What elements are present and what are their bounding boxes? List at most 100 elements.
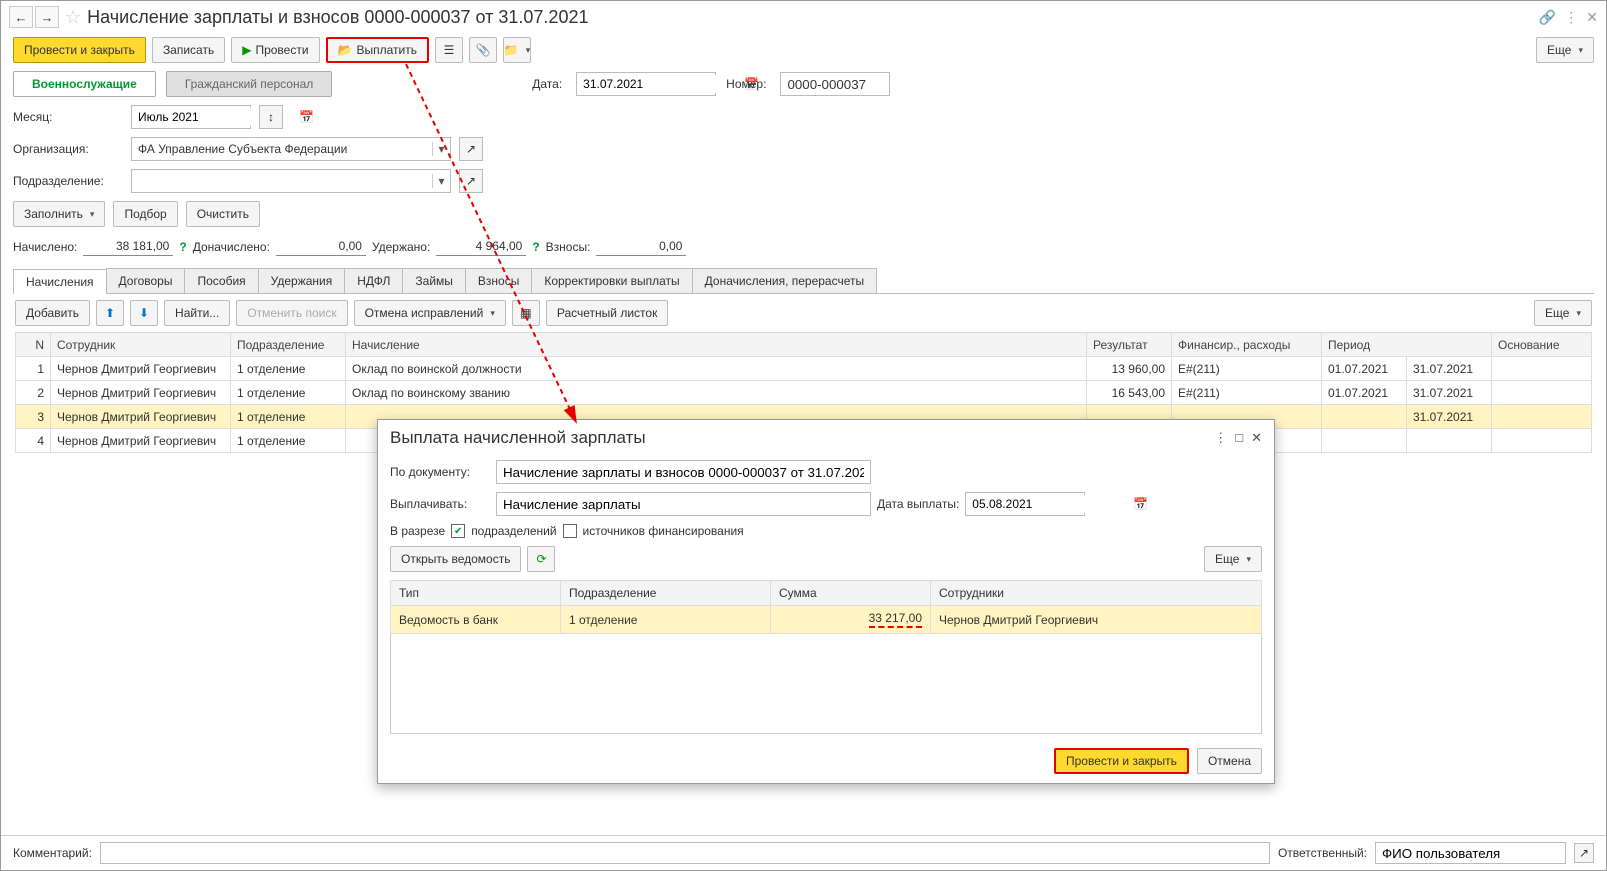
calendar-icon[interactable]: 📅	[1133, 497, 1148, 511]
dlg-cancel-button[interactable]: Отмена	[1197, 748, 1262, 774]
tab-deductions[interactable]: Удержания	[258, 268, 346, 293]
table-row[interactable]: Ведомость в банк 1 отделение 33 217,00 Ч…	[391, 606, 1262, 634]
more-button[interactable]: Еще▾	[1536, 37, 1594, 63]
add-button[interactable]: Добавить	[15, 300, 90, 326]
number-label: Номер:	[726, 77, 766, 91]
dlg-col-type[interactable]: Тип	[391, 581, 561, 606]
tab-recalc[interactable]: Доначисления, перерасчеты	[692, 268, 877, 293]
accrued-label: Начислено:	[13, 240, 77, 254]
tab-ndfl[interactable]: НДФЛ	[344, 268, 403, 293]
pay-button[interactable]: 📂Выплатить	[326, 37, 429, 63]
organization-select[interactable]: ФА Управление Субъекта Федерации ▾	[131, 137, 451, 161]
fill-button[interactable]: Заполнить▾	[13, 201, 105, 227]
dlg-doc-label: По документу:	[390, 465, 490, 479]
held-label: Удержано:	[372, 240, 430, 254]
more-icon[interactable]: ⋮	[1564, 9, 1578, 26]
comment-label: Комментарий:	[13, 846, 92, 860]
col-base[interactable]: Основание	[1492, 333, 1592, 357]
date-field[interactable]: 📅	[576, 72, 716, 96]
responsible-input[interactable]	[1375, 842, 1566, 864]
tab-benefits[interactable]: Пособия	[184, 268, 258, 293]
calendar-icon[interactable]: 📅	[299, 110, 314, 124]
month-field[interactable]: 📅	[131, 105, 251, 129]
help-icon[interactable]: ?	[179, 240, 186, 254]
refresh-button[interactable]: ⟳	[527, 546, 555, 572]
form-icon-button[interactable]: ☰	[435, 37, 463, 63]
move-up-button[interactable]: ⬆	[96, 300, 124, 326]
org-label: Организация:	[13, 142, 123, 156]
col-period[interactable]: Период	[1322, 333, 1492, 357]
checkbox-dept[interactable]: ✔	[451, 524, 465, 538]
col-n[interactable]: N	[16, 333, 51, 357]
date-label: Дата:	[532, 77, 562, 91]
attach-icon-button[interactable]: 📎	[469, 37, 497, 63]
dialog-title: Выплата начисленной зарплаты	[390, 428, 646, 448]
post-button[interactable]: ▶Провести	[231, 37, 319, 63]
payment-table[interactable]: Тип Подразделение Сумма Сотрудники Ведом…	[390, 580, 1262, 734]
open-dept-icon[interactable]: ↗	[459, 169, 483, 193]
dialog-close-icon[interactable]: ✕	[1251, 430, 1262, 446]
nav-forward[interactable]: →	[35, 6, 59, 28]
help-icon[interactable]: ?	[532, 240, 539, 254]
tab-contracts[interactable]: Договоры	[106, 268, 186, 293]
post-and-close-button[interactable]: Провести и закрыть	[13, 37, 146, 63]
tab-loans[interactable]: Займы	[402, 268, 466, 293]
table-row[interactable]: 2Чернов Дмитрий Георгиевич1 отделениеОкл…	[16, 381, 1592, 405]
month-label: Месяц:	[13, 110, 123, 124]
comment-input[interactable]	[100, 842, 1270, 864]
sub-more-button[interactable]: Еще▾	[1534, 300, 1592, 326]
dialog-menu-icon[interactable]: ⋮	[1214, 430, 1227, 446]
link-icon[interactable]: 🔗	[1539, 9, 1556, 26]
close-icon[interactable]: ✕	[1586, 9, 1598, 26]
col-acc[interactable]: Начисление	[346, 333, 1087, 357]
dlg-doc-field[interactable]	[496, 460, 871, 484]
dlg-pay-label: Выплачивать:	[390, 497, 490, 511]
tab-correction[interactable]: Корректировки выплаты	[531, 268, 692, 293]
dlg-col-dept[interactable]: Подразделение	[561, 581, 771, 606]
col-dept[interactable]: Подразделение	[231, 333, 346, 357]
save-button[interactable]: Записать	[152, 37, 225, 63]
cancel-corrections-button[interactable]: Отмена исправлений▾	[354, 300, 506, 326]
payslip-button[interactable]: Расчетный листок	[546, 300, 668, 326]
table-row[interactable]: 1Чернов Дмитрий Георгиевич1 отделениеОкл…	[16, 357, 1592, 381]
move-down-button[interactable]: ⬇	[130, 300, 158, 326]
dropdown-icon[interactable]: ▾	[432, 174, 450, 188]
dlg-paydate-field[interactable]: 📅	[965, 492, 1085, 516]
department-select[interactable]: ▾	[131, 169, 451, 193]
cancel-find-button[interactable]: Отменить поиск	[236, 300, 347, 326]
col-fin[interactable]: Финансир., расходы	[1172, 333, 1322, 357]
number-field[interactable]	[780, 72, 890, 96]
dlg-post-close-button[interactable]: Провести и закрыть	[1054, 748, 1189, 774]
tab-accruals[interactable]: Начисления	[13, 269, 107, 294]
dept-label: Подразделение:	[13, 174, 123, 188]
col-res[interactable]: Результат	[1087, 333, 1172, 357]
dlg-col-emp[interactable]: Сотрудники	[931, 581, 1262, 606]
favorite-star-icon[interactable]: ☆	[65, 7, 81, 28]
dlg-more-button[interactable]: Еще▾	[1204, 546, 1262, 572]
col-emp[interactable]: Сотрудник	[51, 333, 231, 357]
dialog-maximize-icon[interactable]: □	[1235, 430, 1243, 446]
document-title: Начисление зарплаты и взносов 0000-00003…	[87, 7, 588, 28]
held-value: 4 964,00	[436, 237, 526, 256]
open-org-icon[interactable]: ↗	[459, 137, 483, 161]
dlg-pay-field[interactable]	[496, 492, 871, 516]
dlg-col-sum[interactable]: Сумма	[771, 581, 931, 606]
find-button[interactable]: Найти...	[164, 300, 230, 326]
pick-button[interactable]: Подбор	[113, 201, 177, 227]
grid-icon-button[interactable]: ▦	[512, 300, 540, 326]
tab-civilian[interactable]: Гражданский персонал	[166, 71, 332, 97]
checkbox-source[interactable]	[563, 524, 577, 538]
tab-military[interactable]: Военнослужащие	[13, 71, 156, 97]
tab-bar: Начисления Договоры Пособия Удержания НД…	[13, 268, 1594, 294]
dropdown-icon[interactable]: ▾	[432, 142, 450, 156]
clear-button[interactable]: Очистить	[186, 201, 260, 227]
contrib-label: Взносы:	[546, 240, 591, 254]
extra-menu-button[interactable]: 📁▾	[503, 37, 531, 63]
nav-back[interactable]: ←	[9, 6, 33, 28]
open-statement-button[interactable]: Открыть ведомость	[390, 546, 521, 572]
tab-contrib[interactable]: Взносы	[465, 268, 532, 293]
payment-dialog: Выплата начисленной зарплаты ⋮ □ ✕ По до…	[377, 419, 1275, 784]
month-stepper[interactable]: ↕	[259, 105, 283, 129]
responsible-label: Ответственный:	[1278, 846, 1367, 860]
open-user-icon[interactable]: ↗	[1574, 843, 1594, 863]
